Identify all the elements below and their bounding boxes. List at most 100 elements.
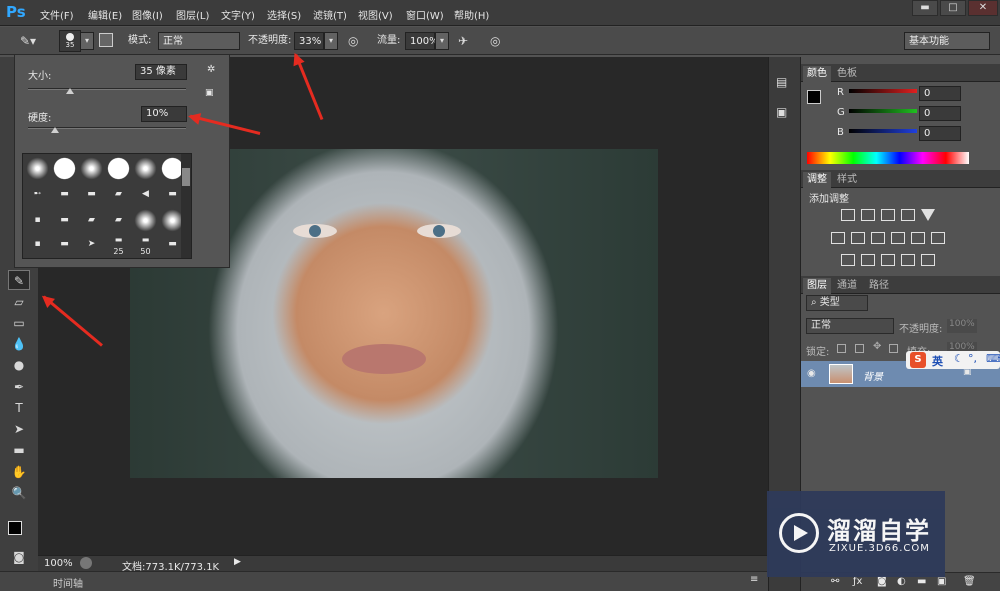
pressure-opacity-icon[interactable]: ◎ bbox=[348, 34, 358, 48]
moon-icon[interactable]: ☾ bbox=[954, 352, 964, 365]
history-panel-icon[interactable]: ▤ bbox=[776, 75, 787, 89]
mode-select[interactable]: 正常 bbox=[158, 32, 240, 50]
layer-blend-select[interactable]: 正常 bbox=[806, 318, 894, 334]
tab-styles[interactable]: 样式 bbox=[833, 172, 861, 188]
preset-special[interactable]: ➤ bbox=[79, 234, 104, 259]
preset-numbered[interactable]: ▬ 50 bbox=[133, 234, 158, 259]
color-spectrum-bar[interactable] bbox=[807, 152, 969, 164]
minimize-button[interactable]: ▬ bbox=[912, 0, 938, 16]
shape-tool-icon[interactable]: ▬ bbox=[8, 440, 30, 460]
timeline-label[interactable]: 时间轴 bbox=[53, 575, 83, 590]
brightness-icon[interactable] bbox=[841, 209, 855, 221]
lock-all-icon[interactable] bbox=[889, 344, 898, 353]
layer-filter-select[interactable]: ⌕ 类型 bbox=[806, 295, 868, 311]
vibrance-icon[interactable] bbox=[921, 209, 935, 221]
preset-special[interactable]: ▬ bbox=[52, 208, 77, 233]
preset-soft-round[interactable] bbox=[133, 156, 158, 181]
status-arrow-icon[interactable]: ▶ bbox=[234, 557, 241, 567]
preset-numbered[interactable]: ▬ 25 bbox=[106, 234, 131, 259]
menu-window[interactable]: 窗口(W) bbox=[406, 7, 444, 22]
workspace-select[interactable]: 基本功能 bbox=[904, 32, 990, 50]
tab-channels[interactable]: 通道 bbox=[833, 278, 861, 294]
color-lookup-icon[interactable] bbox=[931, 232, 945, 244]
pen-tool-icon[interactable]: ✒ bbox=[8, 377, 30, 397]
menu-help[interactable]: 帮助(H) bbox=[454, 7, 489, 22]
preset-special[interactable]: ▰ bbox=[79, 208, 104, 233]
fg-color-swatch[interactable] bbox=[807, 90, 821, 104]
channel-r-slider[interactable] bbox=[849, 89, 917, 93]
flow-input[interactable]: 100% bbox=[405, 32, 439, 50]
status-menu-icon[interactable] bbox=[80, 557, 92, 569]
dodge-tool-icon[interactable]: ● bbox=[8, 355, 30, 375]
brush-preset-dropdown[interactable]: ▾ bbox=[80, 32, 94, 50]
posterize-icon[interactable] bbox=[861, 254, 875, 266]
eraser-tool-icon[interactable]: ▱ bbox=[8, 292, 30, 312]
eye-icon[interactable]: ◉ bbox=[807, 368, 816, 379]
photo-filter-icon[interactable] bbox=[891, 232, 905, 244]
channel-b-input[interactable]: 0 bbox=[919, 126, 961, 141]
adjustment-layer-icon[interactable]: ◐ bbox=[897, 576, 906, 587]
airbrush-icon[interactable]: ✈ bbox=[458, 34, 468, 48]
menu-select[interactable]: 选择(S) bbox=[267, 7, 301, 22]
menu-edit[interactable]: 编辑(E) bbox=[88, 7, 122, 22]
settings-gear-icon[interactable]: ✲ bbox=[207, 64, 215, 75]
hue-saturation-icon[interactable] bbox=[831, 232, 845, 244]
timeline-menu-icon[interactable]: ≡ bbox=[750, 574, 758, 585]
folder-icon[interactable]: ▬ bbox=[917, 576, 926, 587]
preset-hard-round[interactable] bbox=[106, 156, 131, 181]
preset-special[interactable]: ◀ bbox=[133, 182, 158, 207]
preset-special[interactable]: ▰ bbox=[106, 182, 131, 207]
type-tool-icon[interactable]: T bbox=[8, 398, 30, 418]
lock-image-icon[interactable] bbox=[855, 344, 864, 353]
size-slider-knob[interactable] bbox=[65, 88, 74, 94]
link-layers-icon[interactable]: ⚯ bbox=[831, 576, 839, 587]
menu-type[interactable]: 文字(Y) bbox=[221, 7, 255, 22]
brush-panel-toggle-icon[interactable] bbox=[99, 33, 113, 47]
menu-view[interactable]: 视图(V) bbox=[358, 7, 393, 22]
layer-name[interactable]: 背景 bbox=[863, 368, 883, 383]
menu-file[interactable]: 文件(F) bbox=[40, 7, 74, 22]
hardness-input[interactable]: 10% bbox=[141, 106, 187, 122]
add-mask-icon[interactable]: ◙ bbox=[877, 576, 887, 587]
hardness-slider-knob[interactable] bbox=[50, 127, 59, 133]
preset-soft-round[interactable] bbox=[79, 156, 104, 181]
preset-soft-round[interactable] bbox=[25, 156, 50, 181]
zoom-tool-icon[interactable]: 🔍 bbox=[8, 483, 30, 503]
presets-scrollbar[interactable] bbox=[181, 154, 191, 258]
fx-icon[interactable]: ƒx bbox=[853, 576, 862, 587]
preset-special[interactable]: ▰ bbox=[106, 208, 131, 233]
gradient-tool-icon[interactable]: ▭ bbox=[8, 313, 30, 333]
tab-swatches[interactable]: 色板 bbox=[833, 66, 861, 82]
brush-tool-icon[interactable]: ✎ bbox=[8, 270, 30, 290]
preset-special[interactable]: ▬ bbox=[52, 234, 77, 259]
layer-opacity-input[interactable]: 100% bbox=[947, 319, 977, 333]
preset-special[interactable]: ▪ bbox=[25, 208, 50, 233]
punctuation-icon[interactable]: °, bbox=[968, 352, 977, 365]
brush-preset-picker[interactable]: 35 bbox=[59, 30, 81, 52]
threshold-icon[interactable] bbox=[881, 254, 895, 266]
lock-pixels-icon[interactable] bbox=[837, 344, 846, 353]
preset-special[interactable]: ▬ bbox=[52, 182, 77, 207]
lock-position-icon[interactable]: ✥ bbox=[873, 341, 881, 352]
preset-special[interactable]: ▬ bbox=[79, 182, 104, 207]
tab-color[interactable]: 颜色 bbox=[803, 66, 831, 82]
channel-mixer-icon[interactable] bbox=[911, 232, 925, 244]
menu-image[interactable]: 图像(I) bbox=[132, 7, 163, 22]
new-preset-icon[interactable]: ▣ bbox=[205, 88, 214, 98]
opacity-dropdown[interactable]: ▾ bbox=[324, 32, 338, 50]
quick-mask-icon[interactable]: ◙ bbox=[8, 547, 30, 567]
color-balance-icon[interactable] bbox=[851, 232, 865, 244]
foreground-color-swatch[interactable] bbox=[8, 521, 22, 535]
levels-icon[interactable] bbox=[861, 209, 875, 221]
preset-special[interactable]: ➸ bbox=[25, 182, 50, 207]
menu-layer[interactable]: 图层(L) bbox=[176, 7, 209, 22]
tab-adjustments[interactable]: 调整 bbox=[803, 172, 831, 188]
ime-mode-label[interactable]: 英 bbox=[932, 353, 943, 369]
flow-dropdown[interactable]: ▾ bbox=[435, 32, 449, 50]
opacity-input[interactable]: 33% bbox=[294, 32, 324, 50]
preset-soft-round[interactable] bbox=[133, 208, 158, 233]
exposure-icon[interactable] bbox=[901, 209, 915, 221]
close-button[interactable]: ✕ bbox=[968, 0, 998, 16]
brush-tool-icon[interactable]: ✎▾ bbox=[20, 34, 40, 48]
keyboard-icon[interactable]: ⌨ bbox=[986, 352, 1000, 365]
